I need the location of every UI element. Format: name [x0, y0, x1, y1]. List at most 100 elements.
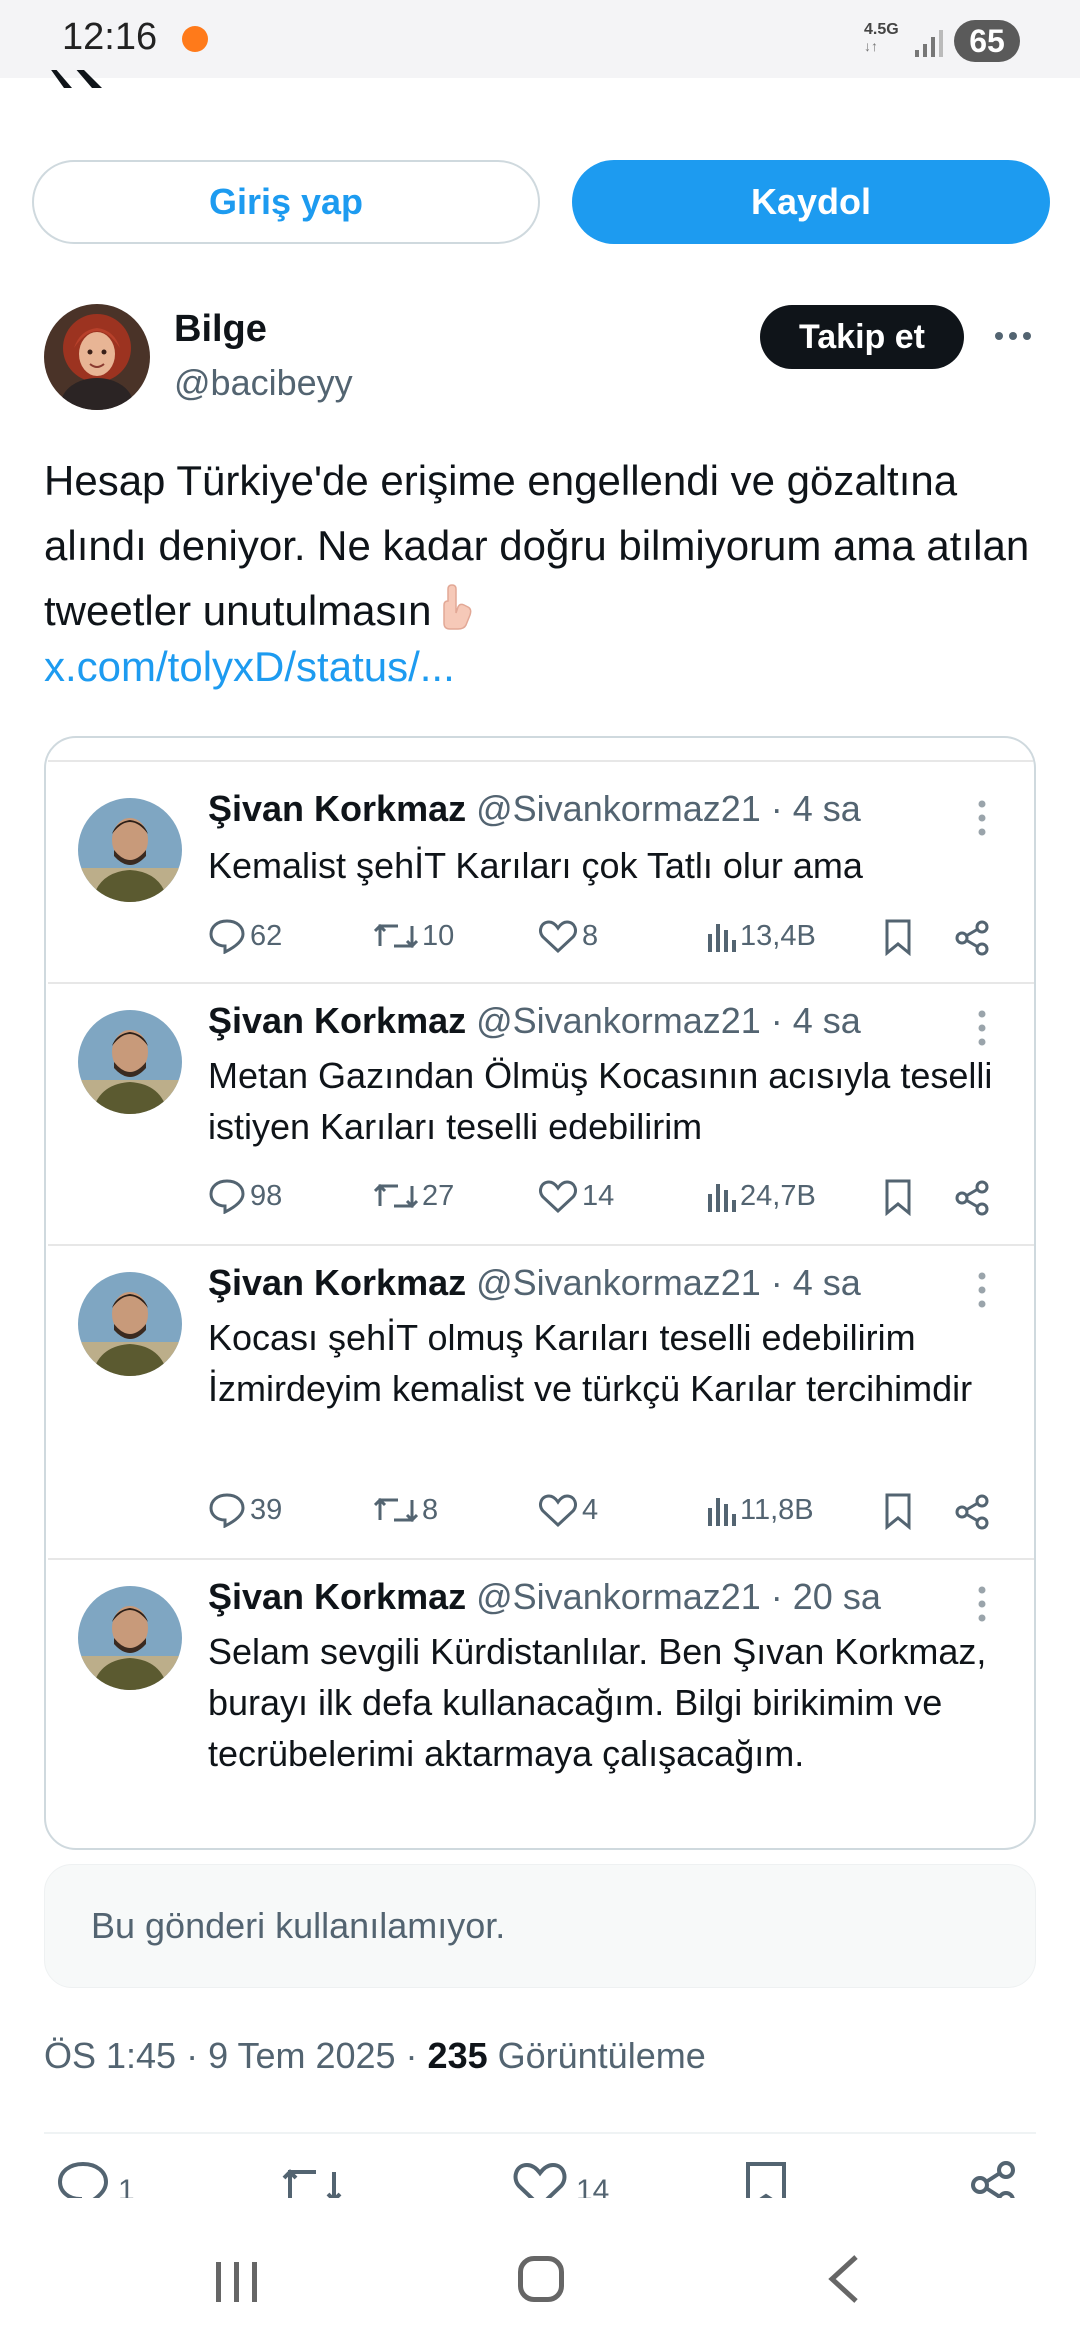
tweet-avatar: [78, 1272, 182, 1376]
bookmark-icon: [885, 1179, 911, 1216]
embedded-tweet: Şivan Korkmaz @Sivankormaz21 · 20 sa Sel…: [48, 1558, 1034, 1848]
retweet-icon: [374, 1497, 418, 1523]
view-count: 11,8B: [706, 1492, 814, 1528]
tweet-avatar: [78, 1586, 182, 1690]
share-icon: [955, 920, 989, 956]
reply-button[interactable]: 1: [56, 2160, 135, 2198]
reply-icon: [209, 919, 245, 954]
network-arrows: ↓↑: [864, 38, 878, 54]
unavailable-text: Bu gönderi kullanılamıyor.: [91, 1905, 506, 1946]
tweet-avatar: [78, 798, 182, 902]
reply-icon: [209, 1493, 245, 1528]
reply-count: 62: [208, 918, 282, 954]
post-timestamp[interactable]: ÖS 1:45 · 9 Tem 2025 ·: [44, 2035, 428, 2076]
pointing-down-icon: [432, 583, 480, 631]
tweet-actions: 98 27 14 24,7B: [208, 1178, 1018, 1218]
more-vertical-icon: [978, 1272, 986, 1308]
tweet-author-name: Şivan Korkmaz: [208, 788, 467, 829]
network-indicator: 4.5G ↓↑: [864, 21, 899, 55]
tweet-text: Selam sevgili Kürdistanlılar. Ben Şıvan …: [208, 1631, 987, 1774]
share-button[interactable]: [968, 2160, 1018, 2198]
author-name[interactable]: Bilge: [174, 308, 267, 351]
tweet-author-handle: @Sivankormaz21 · 4 sa: [476, 1000, 861, 1041]
notification-dot-icon: [182, 26, 208, 52]
like-count: 8: [538, 918, 598, 954]
views-icon: [708, 1184, 736, 1212]
signal-icon: [915, 30, 943, 57]
post-text: Hesap Türkiye'de erişime engellendi ve g…: [44, 448, 1044, 643]
view-count: 24,7B: [706, 1178, 816, 1214]
author-handle[interactable]: @bacibeyy: [174, 362, 353, 404]
post-link[interactable]: x.com/tolyxD/status/...: [44, 643, 455, 691]
back-icon[interactable]: [826, 2254, 860, 2304]
retweet-count: 8: [374, 1492, 438, 1528]
share-icon: [971, 2161, 1015, 2198]
system-nav-bar: [0, 2198, 1080, 2340]
x-logo-icon[interactable]: [44, 70, 108, 90]
status-bar: 12:16 4.5G ↓↑ 65: [0, 0, 1080, 78]
retweet-icon: [374, 1183, 418, 1209]
heart-icon: [513, 2162, 567, 2198]
more-vertical-icon: [978, 800, 986, 836]
home-icon[interactable]: [518, 2256, 564, 2302]
tweet-text: Metan Gazından Ölmüş Kocasının acısıyla …: [208, 1055, 993, 1147]
tweet-author-name: Şivan Korkmaz: [208, 1262, 467, 1303]
tweet-author-handle: @Sivankormaz21 · 4 sa: [476, 1262, 861, 1303]
bookmark-button[interactable]: [744, 2160, 788, 2198]
status-time: 12:16: [62, 16, 158, 58]
share-icon: [955, 1180, 989, 1216]
login-button[interactable]: Giriş yap: [32, 160, 540, 244]
embedded-tweets-list: Şivan Korkmaz @Sivankormaz21 · 4 sa Kema…: [48, 760, 1034, 1848]
bookmark-icon: [885, 919, 911, 956]
reply-icon: [209, 1179, 245, 1214]
retweet-icon: [374, 923, 418, 949]
retweet-icon: [282, 2169, 342, 2198]
tweet-author-name: Şivan Korkmaz: [208, 1576, 467, 1617]
views-label: Görüntüleme: [487, 2035, 706, 2076]
tweet-header: Şivan Korkmaz @Sivankormaz21 · 20 sa: [208, 1576, 881, 1618]
retweet-count: 10: [374, 918, 454, 954]
tweet-author-handle: @Sivankormaz21 · 4 sa: [476, 788, 861, 829]
more-vertical-icon: [978, 1586, 986, 1622]
view-count: 13,4B: [706, 918, 816, 954]
tweet-header: Şivan Korkmaz @Sivankormaz21 · 4 sa: [208, 1000, 861, 1042]
like-count: 14: [576, 2174, 610, 2198]
heart-icon: [539, 1180, 577, 1214]
tweet-actions: 39 8 4 11,8B: [208, 1492, 1018, 1532]
tweet-avatar: [78, 1010, 182, 1114]
tweet-text: Kocası şehİT olmuş Karıları teselli edeb…: [208, 1317, 973, 1409]
retweet-button[interactable]: [282, 2160, 342, 2198]
network-type: 4.5G: [864, 21, 899, 38]
reply-icon: [57, 2161, 109, 2198]
bookmark-icon: [885, 1493, 911, 1530]
like-button[interactable]: 14: [512, 2160, 609, 2198]
embedded-tweet: Şivan Korkmaz @Sivankormaz21 · 4 sa Koca…: [48, 1244, 1034, 1558]
embedded-image-card[interactable]: Şivan Korkmaz @Sivankormaz21 · 4 sa Kema…: [44, 736, 1036, 1850]
post-meta: ÖS 1:45 · 9 Tem 2025 · 235 Görüntüleme: [44, 2035, 706, 2077]
recent-apps-icon[interactable]: [214, 2260, 260, 2304]
embedded-tweet: Şivan Korkmaz @Sivankormaz21 · 4 sa Kema…: [48, 760, 1034, 982]
retweet-count: 27: [374, 1178, 454, 1214]
bookmark-icon: [746, 2162, 786, 2198]
tweet-header: Şivan Korkmaz @Sivankormaz21 · 4 sa: [208, 788, 861, 830]
views-count: 235: [427, 2035, 488, 2076]
tweet-author-name: Şivan Korkmaz: [208, 1000, 467, 1041]
author-avatar[interactable]: [44, 304, 150, 410]
post-body: Hesap Türkiye'de erişime engellendi ve g…: [44, 457, 1030, 634]
signup-button[interactable]: Kaydol: [572, 160, 1050, 244]
more-options-icon[interactable]: [992, 318, 1034, 354]
tweet-actions: 62 10 8 13,4B: [208, 918, 1018, 958]
heart-icon: [539, 1494, 577, 1528]
like-count: 14: [538, 1178, 614, 1214]
follow-button[interactable]: Takip et: [760, 305, 964, 369]
unavailable-post-notice: Bu gönderi kullanılamıyor.: [44, 1864, 1036, 1988]
reply-count: 98: [208, 1178, 282, 1214]
post-actions-bar: 1 14: [0, 2160, 1080, 2198]
like-count: 4: [538, 1492, 598, 1528]
embedded-tweet: Şivan Korkmaz @Sivankormaz21 · 4 sa Meta…: [48, 982, 1034, 1244]
tweet-text: Kemalist şehİT Karıları çok Tatlı olur a…: [208, 845, 863, 886]
share-icon: [955, 1494, 989, 1530]
heart-icon: [539, 920, 577, 954]
battery-indicator: 65: [954, 20, 1020, 62]
divider: [44, 2132, 1036, 2134]
